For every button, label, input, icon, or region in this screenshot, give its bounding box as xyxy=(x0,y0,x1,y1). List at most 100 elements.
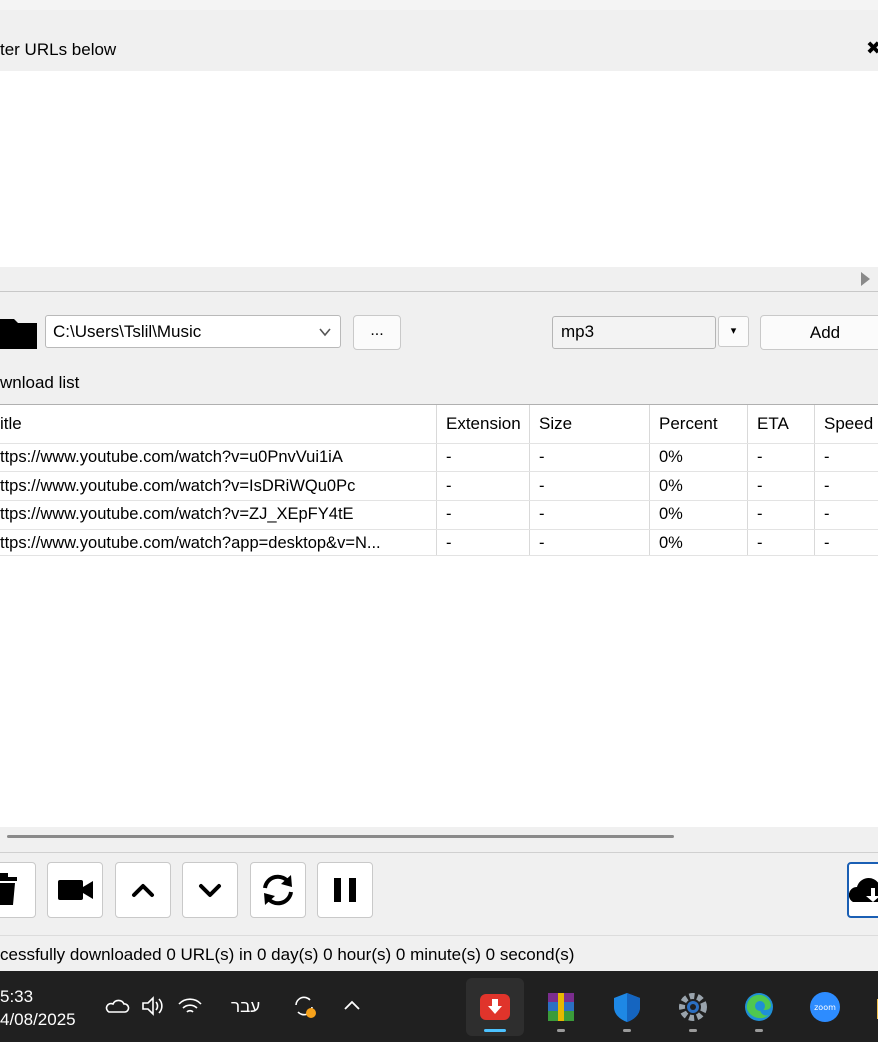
video-camera-icon xyxy=(58,880,93,900)
row-size: - xyxy=(539,534,545,552)
language-indicator[interactable]: עבר xyxy=(231,997,260,1017)
row-eta: - xyxy=(757,448,763,466)
row-title: ttps://www.youtube.com/watch?v=u0PnvVui1… xyxy=(0,448,343,466)
row-speed: - xyxy=(824,477,830,495)
trash-icon xyxy=(0,873,17,905)
column-header-percent[interactable]: Percent xyxy=(659,414,718,434)
row-divider xyxy=(0,555,878,556)
row-title: ttps://www.youtube.com/watch?v=ZJ_XEpFY4… xyxy=(0,505,354,523)
chevron-down-icon xyxy=(319,328,331,337)
row-extension: - xyxy=(446,505,452,523)
row-title: ttps://www.youtube.com/watch?app=desktop… xyxy=(0,534,381,552)
row-size: - xyxy=(539,448,545,466)
row-percent: 0% xyxy=(659,448,683,466)
format-value: mp3 xyxy=(561,322,595,341)
row-percent: 0% xyxy=(659,505,683,523)
running-indicator xyxy=(689,1029,697,1032)
active-indicator xyxy=(484,1029,506,1032)
column-header-size[interactable]: Size xyxy=(539,414,572,434)
status-text: cessfully downloaded 0 URL(s) in 0 day(s… xyxy=(0,945,575,964)
start-download-button[interactable] xyxy=(847,862,878,918)
reload-icon xyxy=(263,874,293,906)
edge-icon xyxy=(745,993,773,1021)
download-list-label: wnload list xyxy=(0,373,80,392)
zoom-icon: zoom xyxy=(810,992,840,1022)
row-divider xyxy=(0,500,878,501)
row-divider xyxy=(0,471,878,472)
clock-time: 5:33 xyxy=(0,987,34,1006)
taskbar-app-winrar[interactable] xyxy=(532,978,590,1036)
column-separator xyxy=(436,405,437,556)
row-extension: - xyxy=(446,477,452,495)
winrar-icon xyxy=(548,993,574,1021)
delete-button[interactable] xyxy=(0,862,36,918)
move-down-button[interactable] xyxy=(182,862,238,918)
row-size: - xyxy=(539,477,545,495)
youtube-dl-gui-icon xyxy=(480,994,510,1020)
pause-icon xyxy=(334,878,356,902)
folder-icon[interactable] xyxy=(0,315,37,349)
row-speed: - xyxy=(824,448,830,466)
add-button[interactable]: Add xyxy=(760,315,878,350)
taskbar-clock[interactable]: 5:33 4/08/2025 xyxy=(0,985,76,1031)
row-extension: - xyxy=(446,448,452,466)
column-header-speed[interactable]: Speed xyxy=(824,414,873,434)
format-dropdown-button[interactable]: ▾ xyxy=(718,316,749,347)
pause-button[interactable] xyxy=(317,862,373,918)
column-header-extension[interactable]: Extension xyxy=(446,414,521,434)
move-up-button[interactable] xyxy=(115,862,171,918)
row-eta: - xyxy=(757,477,763,495)
row-speed: - xyxy=(824,534,830,552)
column-separator xyxy=(747,405,748,556)
scrollbar-thumb[interactable] xyxy=(7,835,674,838)
taskbar-app-zoom[interactable]: zoom xyxy=(796,978,854,1036)
taskbar-app-windows-security[interactable] xyxy=(598,978,656,1036)
row-speed: - xyxy=(824,505,830,523)
running-indicator xyxy=(755,1029,763,1032)
column-separator xyxy=(649,405,650,556)
column-separator xyxy=(529,405,530,556)
chevron-up-icon[interactable] xyxy=(339,993,365,1019)
row-title: ttps://www.youtube.com/watch?v=IsDRiWQu0… xyxy=(0,477,356,495)
format-field[interactable]: mp3 xyxy=(552,316,716,349)
zoom-logo-text: zoom xyxy=(814,1003,836,1012)
row-percent: 0% xyxy=(659,534,683,552)
reload-button[interactable] xyxy=(250,862,306,918)
row-eta: - xyxy=(757,505,763,523)
taskbar-app-edge[interactable] xyxy=(730,978,788,1036)
running-indicator xyxy=(623,1029,631,1032)
taskbar: 5:33 4/08/2025 עבר zoom xyxy=(0,971,878,1042)
row-divider xyxy=(0,443,878,444)
taskbar-app-settings[interactable] xyxy=(664,978,722,1036)
volume-icon[interactable] xyxy=(140,993,166,1019)
row-size: - xyxy=(539,505,545,523)
row-extension: - xyxy=(446,534,452,552)
status-bar: cessfully downloaded 0 URL(s) in 0 day(s… xyxy=(0,935,878,972)
taskbar-app-file-explorer[interactable] xyxy=(862,978,878,1036)
row-percent: 0% xyxy=(659,477,683,495)
scroll-right-arrow-icon[interactable] xyxy=(861,272,870,286)
windows-security-icon xyxy=(614,993,640,1022)
video-button[interactable] xyxy=(47,862,103,918)
running-indicator xyxy=(557,1029,565,1032)
clock-date: 4/08/2025 xyxy=(0,1010,76,1029)
close-icon[interactable]: ✖ xyxy=(866,38,878,59)
url-input-area[interactable] xyxy=(0,71,878,267)
onedrive-icon[interactable] xyxy=(105,993,131,1019)
window-top-strip xyxy=(0,0,878,10)
save-path-combobox[interactable]: C:\Users\Tslil\Music xyxy=(45,315,341,348)
cloud-download-icon xyxy=(849,878,878,902)
sync-icon[interactable] xyxy=(291,993,317,1019)
column-header-title[interactable]: itle xyxy=(0,414,22,434)
wifi-icon[interactable] xyxy=(177,993,203,1019)
list-horizontal-scrollbar[interactable] xyxy=(0,827,878,853)
move-down-icon xyxy=(199,884,221,897)
settings-icon xyxy=(679,993,707,1021)
taskbar-app-youtube-dl-gui[interactable] xyxy=(466,978,524,1036)
download-list-table[interactable]: itle Extension Size Percent ETA Speed tt… xyxy=(0,404,878,828)
column-header-eta[interactable]: ETA xyxy=(757,414,789,434)
browse-button[interactable]: ... xyxy=(353,315,401,350)
row-eta: - xyxy=(757,534,763,552)
url-horizontal-scrollbar[interactable] xyxy=(0,267,878,292)
row-divider xyxy=(0,529,878,530)
